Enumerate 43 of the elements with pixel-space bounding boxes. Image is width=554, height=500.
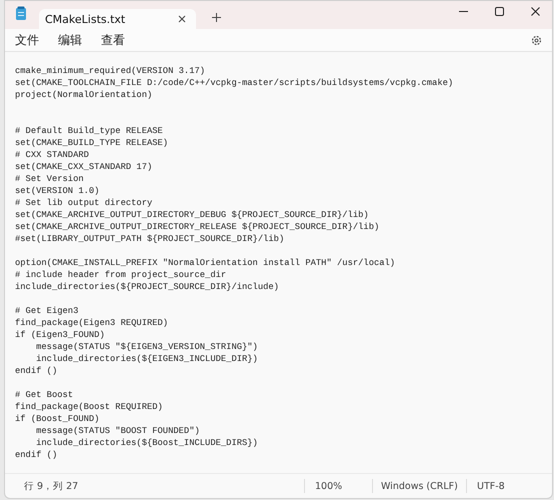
file-tab[interactable]: CMakeLists.txt xyxy=(39,9,196,29)
code-line: #set(LIBRARY_OUTPUT_PATH ${PROJECT_SOURCE_DIR}/lib) xyxy=(15,233,286,245)
code-line: include_directories(${EIGEN3_INCLUDE_DIR}) xyxy=(35,353,259,365)
menu-item[interactable]: 文件 xyxy=(15,32,39,48)
new-tab-icon[interactable] xyxy=(212,13,221,22)
zoom-level: 100% xyxy=(314,480,344,492)
code-line: cmake_minimum_required(VERSION 3.17) xyxy=(15,65,206,77)
menu-item[interactable]: 编辑 xyxy=(58,32,82,48)
code-line: # CXX STANDARD xyxy=(15,149,90,161)
settings-icon[interactable] xyxy=(531,34,542,46)
code-line: find_package(Eigen3 REQUIRED) xyxy=(15,317,170,329)
code-line: set(CMAKE_TOOLCHAIN_FILE D:/code/C++/vcpkg-master/scripts/buildsystems/vcpkg.cmake) xyxy=(15,77,454,89)
tab-title: CMakeLists.txt xyxy=(45,12,126,26)
code-line: include_directories(${PROJECT_SOURCE_DIR}/include) xyxy=(15,281,280,293)
code-line: set(CMAKE_CXX_STANDARD 17) xyxy=(15,161,154,173)
code-line: option(CMAKE_INSTALL_PREFIX "NormalOrientation install PATH" /usr/local) xyxy=(15,257,396,269)
encoding: UTF-8 xyxy=(476,480,505,492)
notepad-icon xyxy=(15,6,27,21)
code-line: # Get Eigen3 xyxy=(15,305,80,317)
line-ending: Windows (CRLF) xyxy=(380,480,459,492)
code-line: project(NormalOrientation) xyxy=(15,89,154,101)
code-line: message(STATUS "BOOST FOUNDED") xyxy=(35,425,201,437)
close-icon[interactable] xyxy=(178,15,186,23)
cursor-position: 行 9，列 27 xyxy=(23,480,80,492)
code-line: # Set lib output directory xyxy=(15,197,154,209)
close-icon[interactable] xyxy=(531,7,540,16)
code-line: endif () xyxy=(15,449,58,461)
code-line: # Set Version xyxy=(15,173,85,185)
maximize-icon[interactable] xyxy=(495,7,504,16)
code-line: include_directories(${Boost_INCLUDE_DIRS}) xyxy=(35,437,259,449)
code-line: find_package(Boost REQUIRED) xyxy=(15,401,164,413)
code-line: set(CMAKE_ARCHIVE_OUTPUT_DIRECTORY_DEBUG ${PROJECT_SOURCE_DIR}/lib) xyxy=(15,209,370,221)
code-line: if (Boost_FOUND) xyxy=(15,413,100,425)
code-line: # include header from project_source_dir xyxy=(15,269,228,281)
code-line: endif () xyxy=(15,365,58,377)
code-line: # Get Boost xyxy=(15,389,74,401)
menu-item[interactable]: 查看 xyxy=(101,32,125,48)
code-line: # Default Build_type RELEASE xyxy=(15,125,164,137)
code-line: set(CMAKE_ARCHIVE_OUTPUT_DIRECTORY_RELEASE ${PROJECT_SOURCE_DIR}/lib) xyxy=(15,221,380,233)
code-line: set(CMAKE_BUILD_TYPE RELEASE) xyxy=(15,137,170,149)
code-line: message(STATUS "${EIGEN3_VERSION_STRING}") xyxy=(35,341,259,353)
code-line: set(VERSION 1.0) xyxy=(15,185,100,197)
code-line: if (Eigen3_FOUND) xyxy=(15,329,106,341)
